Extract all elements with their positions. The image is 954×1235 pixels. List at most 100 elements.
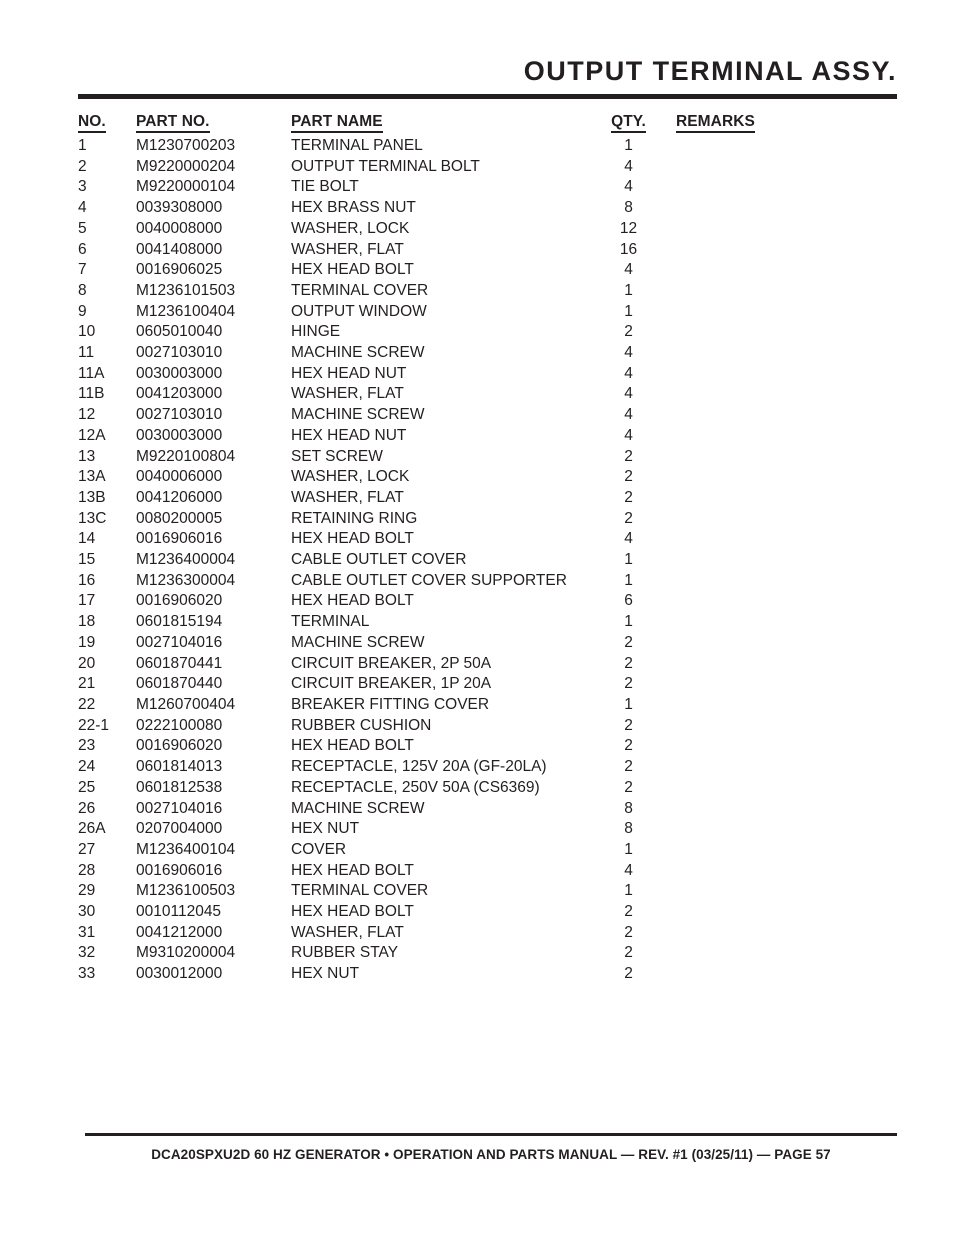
cell-qty: 4 — [624, 406, 633, 424]
cell-part-no: 0601814013 — [136, 758, 223, 776]
cell-part-name: HEX HEAD NUT — [291, 426, 407, 444]
table-row: 13C 0080200005 RETAINING RING 2 — [78, 509, 897, 530]
cell-part-name: HEX HEAD BOLT — [291, 861, 414, 879]
cell-part-no: 0010112045 — [136, 903, 222, 921]
cell-part-name: MACHINE SCREW — [291, 799, 425, 817]
cell-qty: 8 — [624, 799, 633, 817]
cell-part-name: HEX NUT — [291, 820, 360, 838]
cell-no: 29 — [78, 882, 96, 900]
cell-part-no: M9310200004 — [136, 944, 236, 962]
cell-no: 22 — [78, 695, 96, 713]
cell-part-no: 0030003000 — [136, 426, 223, 444]
cell-part-no: 0016906016 — [136, 530, 223, 548]
cell-part-no: 0027103010 — [136, 344, 223, 362]
cell-remarks — [676, 260, 897, 281]
cell-qty: 2 — [624, 633, 633, 651]
cell-no: 11A — [78, 364, 105, 382]
column-header-part-name-label: PART NAME — [291, 113, 383, 133]
cell-part-name: HEX HEAD NUT — [291, 364, 407, 382]
cell-part-no: 0040008000 — [136, 219, 223, 237]
table-row: 26A 0207004000 HEX NUT 8 — [78, 819, 897, 840]
cell-remarks — [676, 819, 897, 840]
cell-qty: 2 — [624, 923, 633, 941]
table-row: 11B 0041203000 WASHER, FLAT 4 — [78, 384, 897, 405]
cell-remarks — [676, 716, 897, 737]
cell-qty: 1 — [624, 302, 633, 320]
column-header-qty-label: QTY. — [611, 113, 646, 133]
cell-remarks — [676, 695, 897, 716]
cell-remarks — [676, 426, 897, 447]
cell-part-no: 0039308000 — [136, 199, 223, 217]
cell-part-name: TERMINAL COVER — [291, 882, 429, 900]
cell-remarks — [676, 384, 897, 405]
cell-qty: 8 — [624, 199, 633, 217]
cell-no: 13C — [78, 509, 107, 527]
cell-no: 20 — [78, 654, 96, 672]
cell-part-no: 0601815194 — [136, 613, 223, 631]
cell-part-no: M9220000204 — [136, 157, 236, 175]
cell-no: 16 — [78, 571, 96, 589]
cell-part-no: 0041203000 — [136, 385, 223, 403]
table-row: 6 0041408000 WASHER, FLAT 16 — [78, 240, 897, 261]
cell-part-name: CIRCUIT BREAKER, 2P 50A — [291, 654, 492, 672]
cell-part-no: 0030003000 — [136, 364, 223, 382]
column-header-part-name: PART NAME — [291, 113, 581, 136]
table-row: 2 M9220000204 OUTPUT TERMINAL BOLT 4 — [78, 157, 897, 178]
cell-no: 6 — [78, 240, 87, 258]
table-row: 8 M1236101503 TERMINAL COVER 1 — [78, 281, 897, 302]
cell-qty: 2 — [624, 965, 633, 983]
table-row: 15 M1236400004 CABLE OUTLET COVER 1 — [78, 550, 897, 571]
cell-qty: 2 — [624, 323, 633, 341]
cell-part-no: 0222100080 — [136, 716, 223, 734]
cell-qty: 16 — [619, 240, 638, 258]
cell-no: 13B — [78, 488, 106, 506]
page-header: OUTPUT TERMINAL ASSY. — [78, 58, 897, 99]
cell-remarks — [676, 654, 897, 675]
cell-qty: 4 — [624, 861, 633, 879]
cell-qty: 4 — [624, 344, 633, 362]
cell-part-name: CABLE OUTLET COVER — [291, 551, 467, 569]
cell-remarks — [676, 240, 897, 261]
cell-qty: 2 — [624, 758, 633, 776]
table-row: 33 0030012000 HEX NUT 2 — [78, 964, 897, 985]
cell-qty: 1 — [624, 882, 633, 900]
cell-remarks — [676, 674, 897, 695]
cell-part-no: 0016906020 — [136, 737, 223, 755]
cell-no: 26A — [78, 820, 106, 838]
cell-part-name: RETAINING RING — [291, 509, 418, 527]
table-row: 13A 0040006000 WASHER, LOCK 2 — [78, 467, 897, 488]
cell-part-no: 0605010040 — [136, 323, 223, 341]
cell-no: 2 — [78, 157, 87, 175]
cell-qty: 1 — [624, 551, 633, 569]
cell-remarks — [676, 633, 897, 654]
cell-no: 24 — [78, 758, 96, 776]
table-row: 10 0605010040 HINGE 2 — [78, 322, 897, 343]
cell-no: 26 — [78, 799, 96, 817]
cell-part-name: COVER — [291, 840, 347, 858]
table-row: 23 0016906020 HEX HEAD BOLT 2 — [78, 736, 897, 757]
cell-no: 9 — [78, 302, 87, 320]
cell-qty: 2 — [624, 675, 633, 693]
cell-part-name: TIE BOLT — [291, 178, 359, 196]
cell-remarks — [676, 591, 897, 612]
footer-divider — [85, 1133, 897, 1136]
cell-part-name: HEX HEAD BOLT — [291, 903, 414, 921]
cell-part-no: M1260700404 — [136, 695, 236, 713]
column-header-remarks-label: REMARKS — [676, 113, 755, 133]
cell-qty: 4 — [624, 530, 633, 548]
cell-no: 19 — [78, 633, 96, 651]
cell-qty: 1 — [624, 281, 633, 299]
cell-no: 27 — [78, 840, 96, 858]
cell-no: 31 — [78, 923, 96, 941]
cell-part-name: TERMINAL COVER — [291, 281, 429, 299]
cell-part-name: OUTPUT WINDOW — [291, 302, 427, 320]
cell-remarks — [676, 364, 897, 385]
cell-remarks — [676, 302, 897, 323]
cell-qty: 2 — [624, 468, 633, 486]
cell-remarks — [676, 612, 897, 633]
cell-remarks — [676, 757, 897, 778]
cell-no: 8 — [78, 281, 87, 299]
cell-no: 21 — [78, 675, 96, 693]
table-row: 26 0027104016 MACHINE SCREW 8 — [78, 799, 897, 820]
cell-part-name: OUTPUT TERMINAL BOLT — [291, 157, 480, 175]
